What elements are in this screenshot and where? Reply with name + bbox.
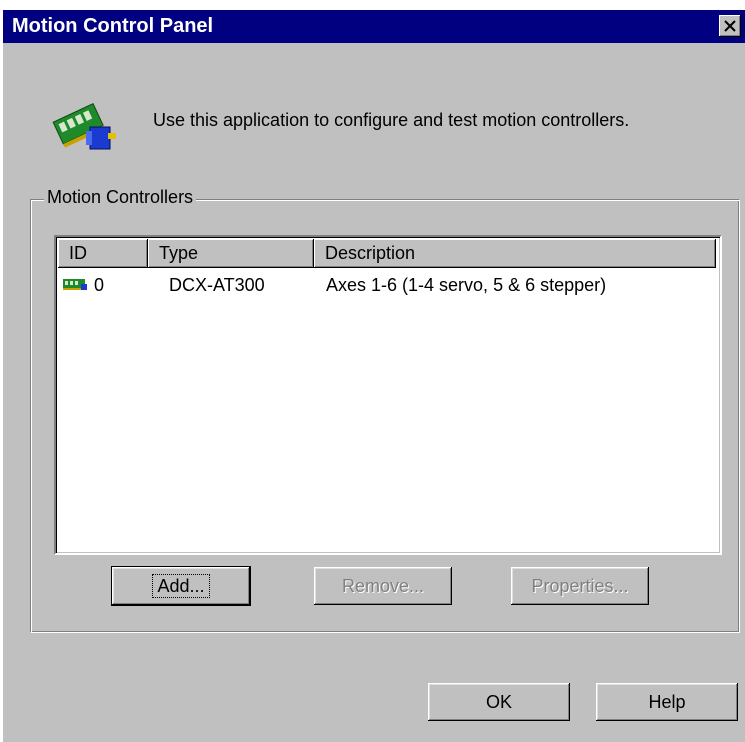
list-item[interactable]: 0 DCX-AT300 Axes 1-6 (1-4 servo, 5 & 6 s…: [58, 271, 716, 297]
help-button[interactable]: Help: [596, 683, 738, 721]
intro-text: Use this application to configure and te…: [153, 110, 630, 130]
help-button-label: Help: [648, 692, 686, 712]
row-description: Axes 1-6 (1-4 servo, 5 & 6 stepper): [326, 275, 607, 295]
controllers-list[interactable]: ID Type Description 0 DCX-AT300 Axes 1-6…: [54, 235, 722, 555]
window-title: Motion Control Panel: [12, 15, 214, 37]
column-header-type[interactable]: Type: [148, 239, 314, 268]
group-label: Motion Controllers: [44, 187, 197, 208]
column-header-description[interactable]: Description: [314, 239, 716, 268]
row-id: 0: [94, 275, 105, 295]
close-button[interactable]: [719, 15, 741, 37]
ok-button[interactable]: OK: [428, 683, 570, 721]
column-header-id[interactable]: ID: [58, 239, 148, 268]
properties-button[interactable]: Properties...: [511, 567, 649, 605]
ok-button-label: OK: [485, 692, 512, 712]
motion-controller-app-icon: [52, 103, 116, 150]
remove-button-label: Remove...: [341, 576, 425, 596]
title-bar[interactable]: Motion Control Panel: [3, 10, 745, 43]
motion-control-panel-dialog: Motion Control Panel Use this applicatio…: [3, 10, 745, 742]
controller-card-icon: [63, 279, 87, 290]
close-icon: [724, 20, 736, 32]
add-button[interactable]: Add...: [112, 567, 250, 605]
add-button-label: Add...: [152, 574, 210, 598]
remove-button[interactable]: Remove...: [314, 567, 452, 605]
list-header: ID Type Description: [58, 239, 716, 268]
row-type: DCX-AT300: [169, 275, 265, 295]
properties-button-label: Properties...: [531, 576, 629, 596]
